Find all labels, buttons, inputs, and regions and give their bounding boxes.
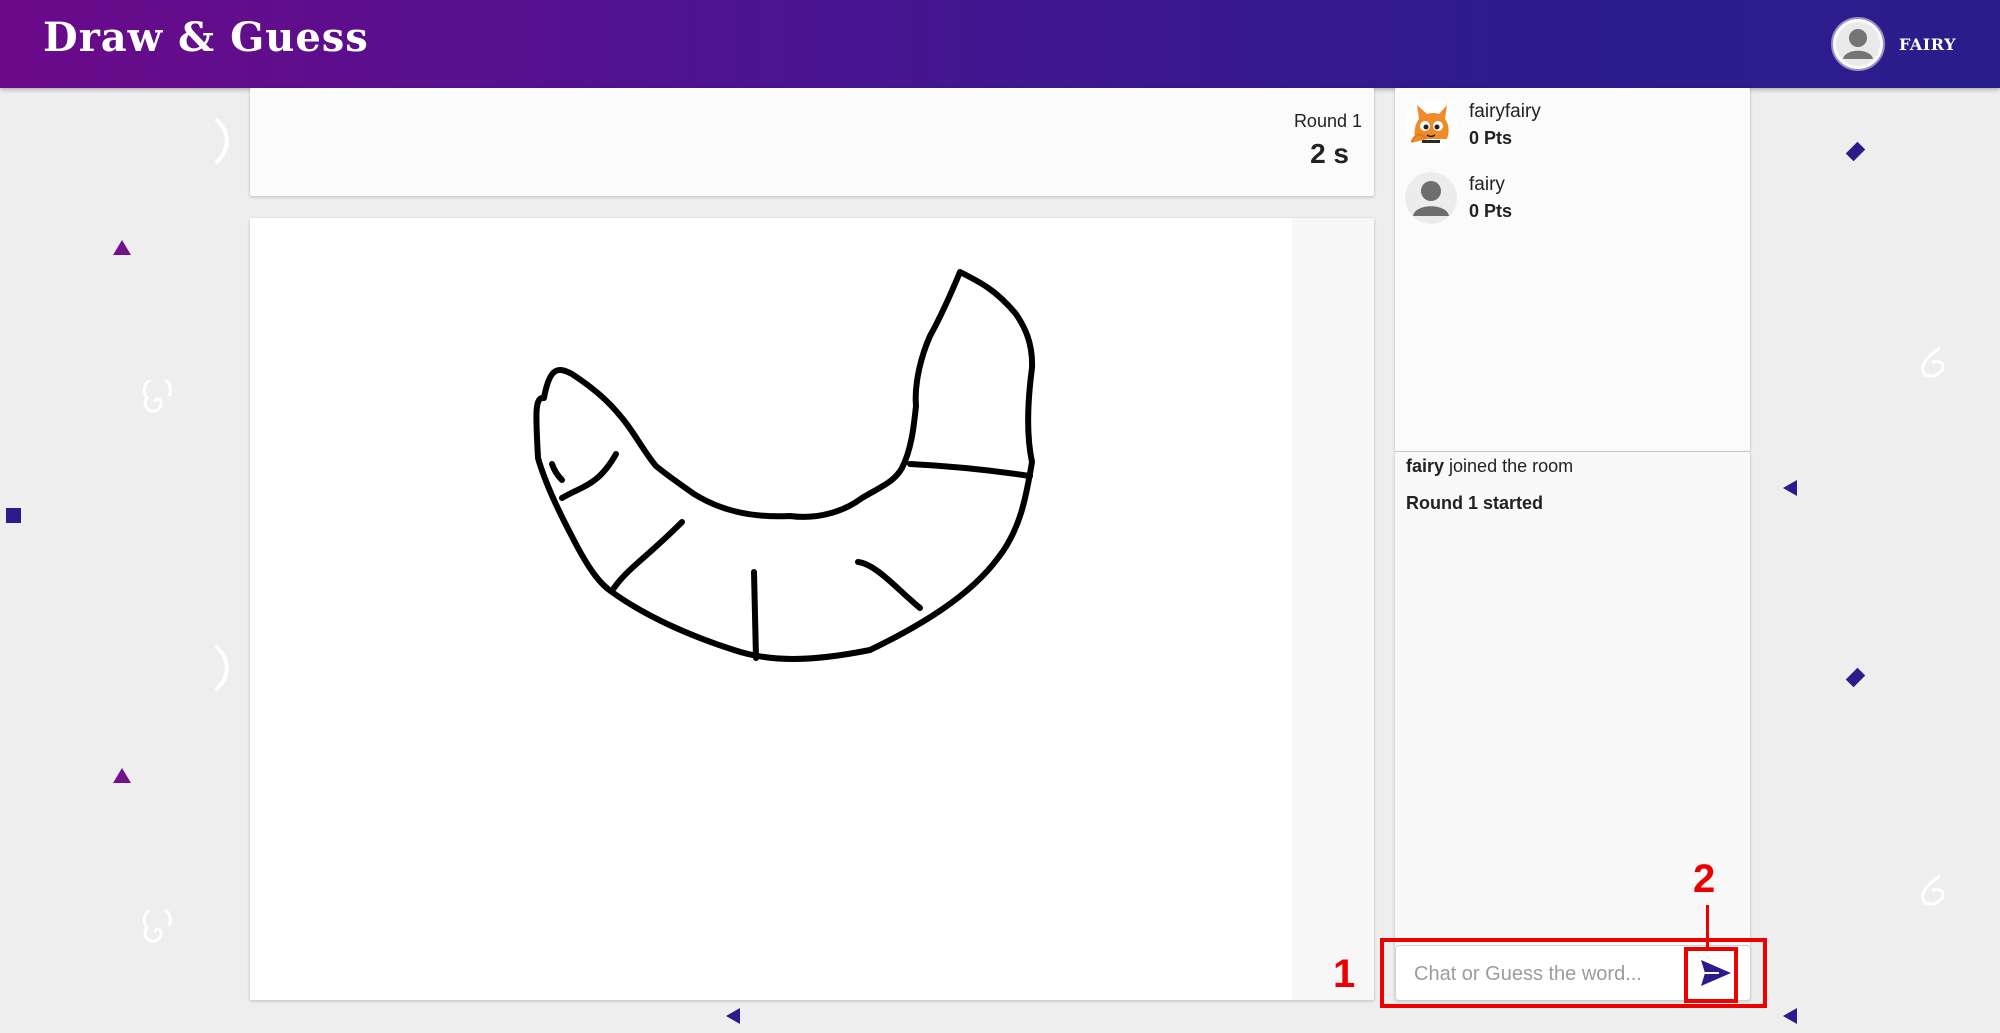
annotation-label-2: 2	[1693, 857, 1716, 901]
chat-panel: fairy joined the room Round 1 started	[1395, 452, 1750, 1000]
user-name[interactable]: FAIRY	[1899, 35, 1956, 54]
player-row: fairy 0 Pts	[1405, 168, 1512, 228]
canvas-card	[250, 218, 1374, 1000]
confetti-triangle	[1783, 1008, 1797, 1024]
drawing-strokes	[533, 269, 1036, 662]
player-points: 0 Pts	[1469, 201, 1513, 221]
player-name: fairy	[1469, 174, 1505, 195]
player-row: fairyfairy 0 Pts	[1405, 95, 1541, 155]
default-user-avatar-icon	[1405, 172, 1457, 224]
players-list: fairyfairy 0 Pts fairy 0 Pts	[1395, 88, 1750, 451]
annotation-label-1: 1	[1333, 952, 1356, 996]
confetti-triangle	[1783, 480, 1797, 496]
round-timer: 2 s	[1310, 138, 1349, 169]
confetti-diamond	[1845, 141, 1866, 162]
orange-cat-avatar-icon	[1405, 99, 1457, 151]
app-header: Draw & Guess FAIRY	[0, 0, 2000, 88]
user-avatar-icon[interactable]	[1830, 17, 1885, 71]
confetti-moon	[214, 117, 229, 165]
player-name: fairyfairy	[1469, 101, 1541, 122]
drawing-canvas[interactable]	[250, 218, 1292, 1000]
confetti-moon	[214, 644, 229, 692]
user-menu[interactable]: FAIRY	[1830, 17, 1956, 71]
annotation-pointer-line	[1706, 905, 1709, 949]
chat-message-text: joined the room	[1444, 456, 1574, 476]
chat-message: Round 1 started	[1406, 493, 1544, 513]
chat-message: fairy joined the room	[1406, 456, 1573, 477]
confetti-swirl	[1921, 346, 1945, 378]
round-label: Round 1	[1293, 111, 1362, 131]
confetti-triangle	[113, 768, 131, 783]
confetti-triangle	[726, 1008, 740, 1024]
confetti-diamond	[1845, 667, 1866, 688]
confetti-swirl	[1921, 874, 1945, 906]
app-title: Draw & Guess	[43, 14, 369, 61]
confetti-square	[6, 508, 21, 523]
annotation-box-send	[1684, 947, 1738, 1003]
confetti-triangle	[113, 240, 131, 255]
confetti-swirl	[142, 910, 172, 943]
round-info-card: Round 1 2 s	[250, 88, 1374, 196]
confetti-swirl	[142, 380, 172, 413]
player-points: 0 Pts	[1469, 128, 1513, 148]
chat-message-user: fairy	[1406, 456, 1445, 476]
